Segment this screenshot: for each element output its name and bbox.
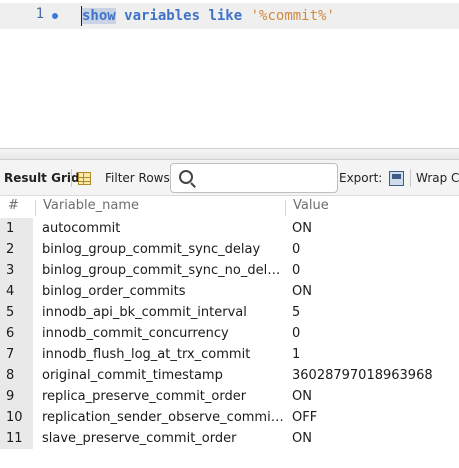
table-row[interactable]: 4 binlog_order_commits ON (0, 281, 459, 302)
toolbar-divider (410, 169, 411, 187)
grid-icon[interactable] (78, 172, 91, 185)
variable-name-cell[interactable]: original_commit_timestamp (42, 365, 283, 386)
result-grid-tab[interactable]: Result Grid (4, 171, 80, 185)
value-cell[interactable]: ON (292, 281, 312, 302)
row-number: 7 (0, 344, 33, 365)
table-row[interactable]: 1 autocommit ON (0, 218, 459, 239)
row-number: 5 (0, 302, 33, 323)
value-cell[interactable]: 0 (292, 239, 300, 260)
value-cell[interactable]: ON (292, 386, 312, 407)
result-toolbar: Result Grid Filter Rows: Export: Wrap Ce (0, 160, 459, 196)
row-number: 2 (0, 239, 33, 260)
toolbar-divider (71, 169, 72, 187)
execution-dot-icon (52, 13, 58, 19)
row-number: 3 (0, 260, 33, 281)
table-row[interactable]: 3 binlog_group_commit_sync_no_del… 0 (0, 260, 459, 281)
table-row[interactable]: 2 binlog_group_commit_sync_delay 0 (0, 239, 459, 260)
variable-name-cell[interactable]: binlog_group_commit_sync_no_del… (42, 260, 283, 281)
variable-name-cell[interactable]: innodb_flush_log_at_trx_commit (42, 344, 283, 365)
value-cell[interactable]: ON (292, 218, 312, 239)
panel-splitter[interactable] (0, 148, 459, 160)
table-row[interactable]: 5 innodb_api_bk_commit_interval 5 (0, 302, 459, 323)
table-row[interactable]: 9 replica_preserve_commit_order ON (0, 386, 459, 407)
row-number: 11 (0, 428, 33, 449)
filter-rows-input[interactable] (170, 163, 338, 193)
table-row[interactable]: 7 innodb_flush_log_at_trx_commit 1 (0, 344, 459, 365)
variable-name-cell[interactable]: innodb_api_bk_commit_interval (42, 302, 283, 323)
table-row[interactable]: 8 original_commit_timestamp 360287970189… (0, 365, 459, 386)
row-number: 8 (0, 365, 33, 386)
sql-keyword-like: like (208, 8, 243, 24)
line-number: 1 (35, 6, 44, 22)
value-cell[interactable]: 1 (292, 344, 300, 365)
row-number: 4 (0, 281, 33, 302)
row-number: 9 (0, 386, 33, 407)
grid-header: # Variable_name Value (0, 196, 459, 218)
value-cell[interactable]: 36028797018963968 (292, 365, 433, 386)
row-number: 10 (0, 407, 33, 428)
result-grid[interactable]: # Variable_name Value 1 autocommit ON 2 … (0, 196, 459, 449)
variable-name-cell[interactable]: binlog_order_commits (42, 281, 283, 302)
column-divider[interactable] (285, 200, 286, 216)
table-row[interactable]: 6 innodb_commit_concurrency 0 (0, 323, 459, 344)
column-header-value[interactable]: Value (293, 198, 329, 213)
variable-name-cell[interactable]: autocommit (42, 218, 283, 239)
column-header-variable-name[interactable]: Variable_name (43, 198, 139, 213)
export-label: Export: (339, 171, 383, 185)
variable-name-cell[interactable]: replica_preserve_commit_order (42, 386, 283, 407)
export-icon[interactable] (389, 171, 404, 186)
value-cell[interactable]: 5 (292, 302, 300, 323)
row-number: 6 (0, 323, 33, 344)
sql-editor[interactable]: 1 show variables like '%commit%' (0, 0, 459, 148)
variable-name-cell[interactable]: replication_sender_observe_commi… (42, 407, 283, 428)
variable-name-cell[interactable]: innodb_commit_concurrency (42, 323, 283, 344)
value-cell[interactable]: ON (292, 428, 312, 449)
row-number: 1 (0, 218, 33, 239)
filter-rows-label: Filter Rows: (105, 171, 174, 185)
wrap-cell-content-label[interactable]: Wrap Ce (416, 171, 459, 185)
search-icon (179, 170, 193, 184)
variable-name-cell[interactable]: binlog_group_commit_sync_delay (42, 239, 283, 260)
sql-pattern-string: '%commit%' (250, 8, 335, 24)
value-cell[interactable]: 0 (292, 260, 300, 281)
variable-name-cell[interactable]: slave_preserve_commit_order (42, 428, 283, 449)
value-cell[interactable]: OFF (292, 407, 317, 428)
value-cell[interactable]: 0 (292, 323, 300, 344)
table-row[interactable]: 10 replication_sender_observe_commi… OFF (0, 407, 459, 428)
sql-keyword-variables: variables (124, 8, 201, 24)
column-header-rownum[interactable]: # (8, 198, 19, 213)
column-divider[interactable] (35, 200, 36, 216)
sql-statement[interactable]: show variables like '%commit%' (82, 6, 335, 26)
sql-keyword-show: show (82, 8, 116, 24)
table-row[interactable]: 11 slave_preserve_commit_order ON (0, 428, 459, 449)
